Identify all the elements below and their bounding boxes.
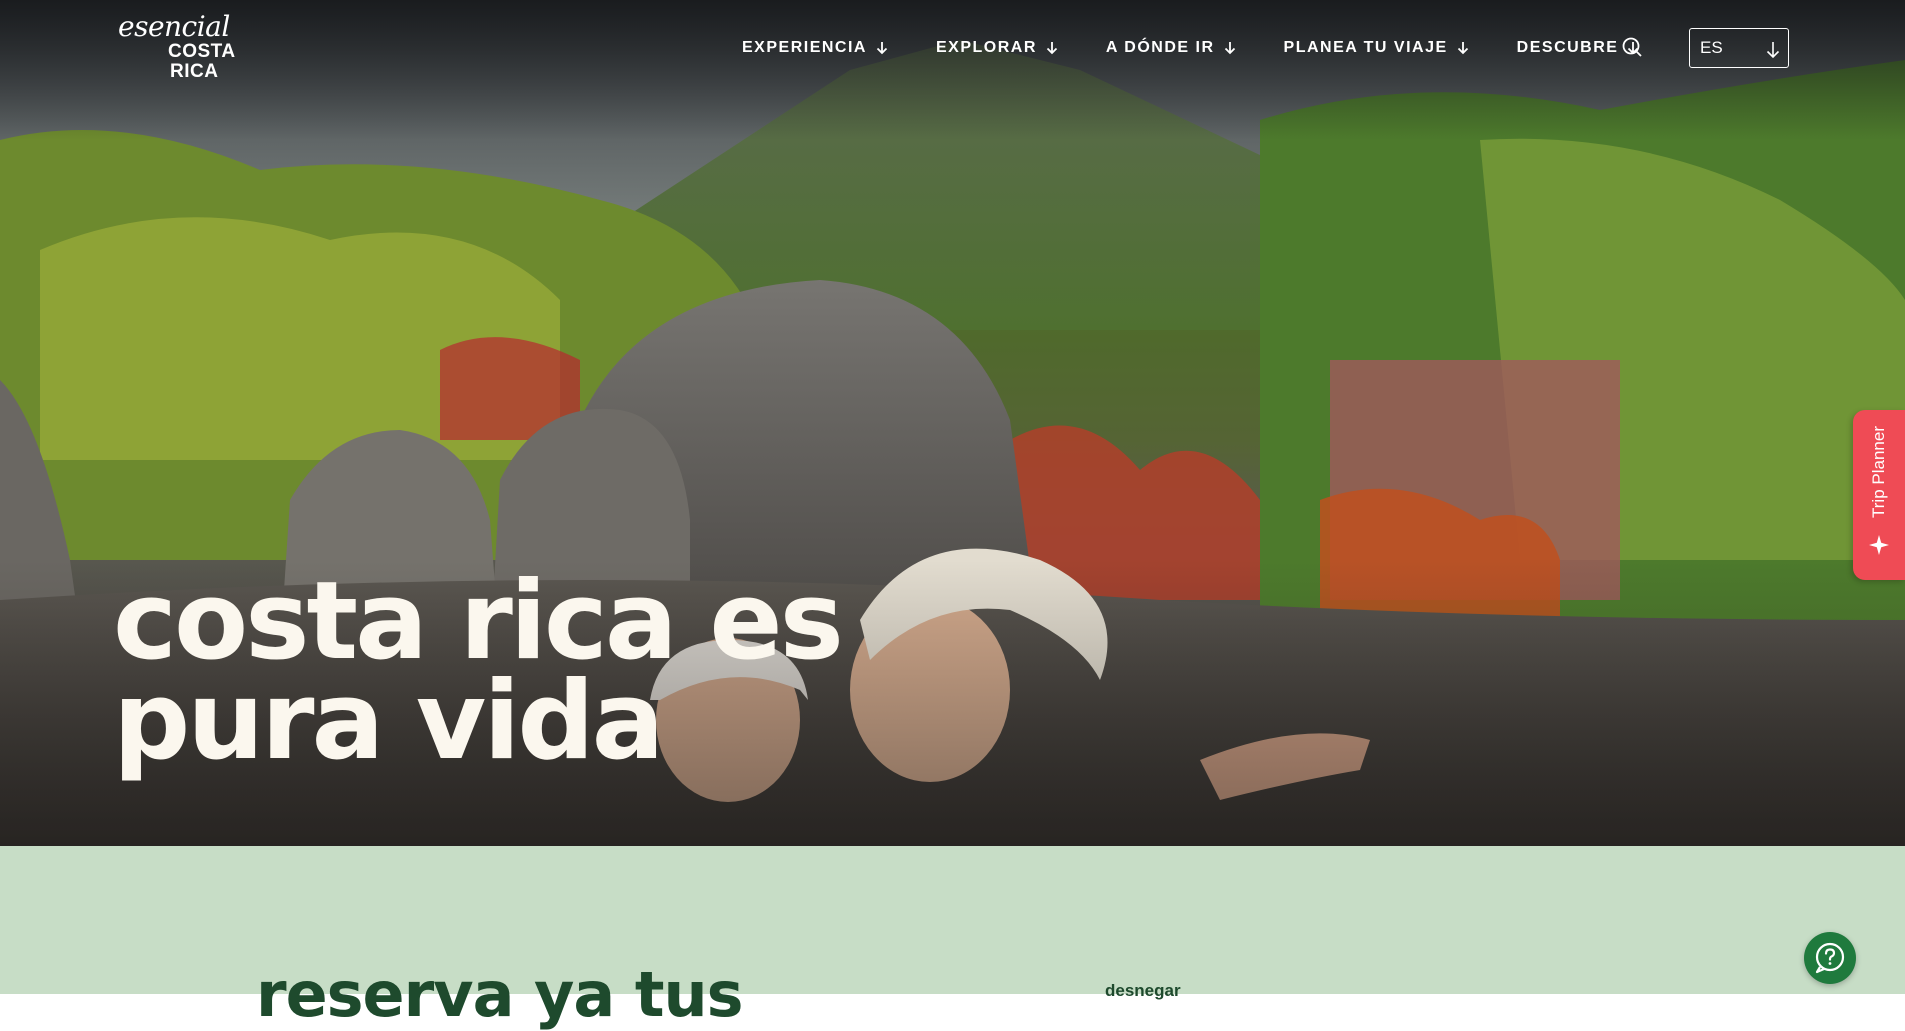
help-chat-icon: [1815, 942, 1845, 974]
nav-item-label: EXPLORAR: [935, 39, 1037, 56]
nav-item-label: A DÓNDE IR: [1105, 39, 1215, 56]
search-button[interactable]: [1620, 36, 1644, 60]
main-nav: EXPERIENCIA EXPLORAR A DÓNDE IR PLANEA T…: [742, 34, 1687, 62]
search-icon: [1622, 37, 1642, 57]
hero-top-shade: [0, 0, 1905, 140]
booking-link[interactable]: desnegar: [1105, 981, 1181, 1001]
nav-item-a-donde-ir[interactable]: A DÓNDE IR: [1106, 39, 1236, 57]
sparkle-icon: [1869, 535, 1889, 555]
language-selected-value: ES: [1700, 38, 1723, 57]
help-chat-button[interactable]: [1804, 932, 1856, 984]
language-select[interactable]: ES: [1689, 28, 1789, 68]
nav-item-explorar[interactable]: EXPLORAR: [936, 39, 1058, 57]
arrow-down-icon: [1457, 42, 1468, 55]
arrow-down-icon: [1766, 42, 1780, 59]
nav-item-label: PLANEA TU VIAJE: [1283, 39, 1448, 56]
nav-item-label: EXPERIENCIA: [742, 39, 867, 56]
booking-title: reserva ya tus: [256, 958, 744, 1031]
nav-item-experiencia[interactable]: EXPERIENCIA: [742, 39, 888, 57]
hero-section: esencial COSTA RICA EXPERIENCIA EXPLORAR…: [0, 0, 1905, 846]
trip-planner-label: Trip Planner: [1869, 426, 1888, 518]
booking-section: reserva ya tus desnegar: [0, 846, 1905, 1030]
arrow-down-icon: [876, 42, 888, 55]
brand-logo[interactable]: esencial COSTA RICA: [118, 12, 258, 82]
nav-item-planea-tu-viaje[interactable]: PLANEA TU VIAJE: [1284, 39, 1469, 57]
hero-headline: costa rica es pura vida: [113, 559, 844, 784]
trip-planner-button[interactable]: Trip Planner: [1853, 410, 1905, 580]
logo-word-rica: RICA: [170, 61, 219, 82]
nav-item-label: DESCUBRE: [1516, 39, 1619, 56]
arrow-down-icon: [1224, 42, 1235, 55]
arrow-down-icon: [1046, 42, 1058, 55]
logo-script-text: esencial: [118, 10, 230, 43]
logo-word-costa: COSTA: [168, 41, 236, 62]
